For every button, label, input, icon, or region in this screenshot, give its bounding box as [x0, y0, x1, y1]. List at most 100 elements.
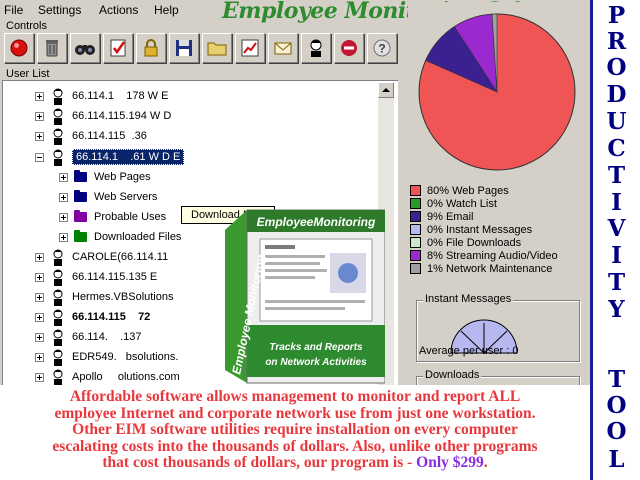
list-item[interactable]: Hermes.VBSolutions: [35, 287, 174, 307]
legend-label: 0% Watch List: [427, 197, 497, 210]
user-label: 66.114.1 .61 W D E: [72, 149, 185, 165]
banner-letter: Y: [608, 296, 625, 323]
expand-icon[interactable]: [35, 91, 44, 101]
list-item[interactable]: EDR549. bsolutions.: [35, 347, 178, 367]
save-button[interactable]: [169, 33, 199, 63]
expand-icon[interactable]: [59, 212, 68, 222]
legend-swatch: [410, 198, 421, 209]
legend-label: 80% Web Pages: [427, 184, 509, 197]
remove-icon: [341, 40, 357, 56]
menu-file[interactable]: File: [4, 3, 23, 17]
expand-icon[interactable]: [35, 312, 44, 322]
list-item-selected[interactable]: 66.114.1 .61 W D E: [35, 147, 185, 167]
instant-messages-caption: Average per user : 0: [419, 345, 519, 357]
tree-folder[interactable]: Web Pages: [59, 167, 151, 187]
tree-folder[interactable]: Web Servers: [59, 187, 157, 207]
expand-icon[interactable]: [35, 252, 44, 262]
productivity-tool-banner: P R O D U C T I V I T Y T O O L: [590, 0, 640, 480]
user-label: 66.114.115.194 W D: [72, 110, 172, 122]
help-button[interactable]: ?: [367, 33, 397, 63]
promo-text: Affordable software allows management to…: [0, 385, 590, 480]
controls-label: Controls: [6, 20, 47, 32]
expand-icon[interactable]: [35, 131, 44, 141]
user-icon: [310, 39, 322, 57]
chart-legend: 80% Web Pages 0% Watch List 9% Email 0% …: [410, 184, 586, 275]
legend-label: 1% Network Maintenance: [427, 262, 553, 275]
menu-settings[interactable]: Settings: [38, 3, 81, 17]
menu-actions[interactable]: Actions: [99, 3, 138, 17]
expand-icon[interactable]: [59, 192, 68, 202]
list-item[interactable]: 66.114.115.135 E: [35, 267, 157, 287]
legend-label: 8% Streaming Audio/Video: [427, 249, 558, 262]
user-icon: [53, 149, 63, 166]
mail-button[interactable]: [268, 33, 298, 63]
lock-button[interactable]: [136, 33, 166, 63]
collapse-icon[interactable]: [35, 152, 44, 162]
legend-label: 0% Instant Messages: [427, 223, 533, 236]
promo-end: .: [483, 454, 488, 471]
list-item[interactable]: 66.114.115 .36: [35, 126, 147, 146]
legend-swatch: [410, 250, 421, 261]
user-label: 66.114.115 .36: [72, 130, 147, 142]
expand-icon[interactable]: [35, 272, 44, 282]
banner-letter: O: [606, 418, 627, 445]
list-item[interactable]: 66.114. .137: [35, 327, 142, 347]
scroll-up-button[interactable]: [378, 82, 394, 98]
legend-item: 8% Streaming Audio/Video: [410, 249, 586, 262]
expand-icon[interactable]: [59, 232, 68, 242]
expand-icon[interactable]: [35, 111, 44, 121]
user-label: 66.114.115 72: [72, 311, 151, 323]
folder-label: Web Servers: [94, 191, 158, 203]
banner-letter: O: [606, 392, 627, 419]
list-item[interactable]: Apollo olutions.com: [35, 367, 180, 385]
legend-swatch: [410, 211, 421, 222]
tree-folder[interactable]: Downloaded Files: [59, 227, 181, 247]
user-icon: [53, 289, 63, 306]
report-button[interactable]: [235, 33, 265, 63]
watch-button[interactable]: [70, 33, 100, 63]
promo-line: Other EIM software utilities require ins…: [72, 421, 518, 438]
downloads-title: Downloads: [423, 369, 482, 381]
userlist-label: User List: [6, 68, 50, 80]
usage-pie-chart: [418, 13, 576, 171]
record-button[interactable]: [4, 33, 34, 63]
expand-icon[interactable]: [59, 172, 68, 182]
banner-letter: O: [606, 54, 627, 81]
user-icon: [53, 269, 63, 286]
user-icon: [53, 369, 63, 385]
expand-icon[interactable]: [35, 352, 44, 362]
banner-letter: C: [607, 135, 626, 162]
user-icon: [53, 349, 63, 366]
user-label: 66.114.1 178 W E: [72, 90, 169, 102]
tree-folder[interactable]: Probable Uses: [59, 207, 166, 227]
instant-messages-title: Instant Messages: [423, 293, 514, 305]
banner-letter: T: [607, 269, 626, 296]
promo-line: escalating costs into the thousands of d…: [52, 437, 538, 455]
app-window: File Settings Actions Help Employee Moni…: [0, 0, 590, 385]
list-item[interactable]: 66.114.115 72: [35, 307, 150, 327]
promo-price: Only $299: [416, 454, 484, 471]
list-item[interactable]: 66.114.115.194 W D: [35, 106, 171, 126]
legend-swatch: [410, 237, 421, 248]
expand-icon[interactable]: [35, 372, 44, 382]
legend-swatch: [410, 263, 421, 274]
list-item[interactable]: CAROLE(66.114.11: [35, 247, 168, 267]
folder-icon: [74, 210, 87, 222]
list-item[interactable]: 66.114.1 178 W E: [35, 86, 168, 106]
open-button[interactable]: [202, 33, 232, 63]
menu-bar: File Settings Actions Help: [0, 0, 210, 20]
folder-label: Web Pages: [94, 171, 151, 183]
banner-letter: I: [611, 242, 622, 269]
delete-button[interactable]: [37, 33, 67, 63]
checklist-icon: [110, 39, 126, 57]
menu-help[interactable]: Help: [154, 3, 179, 17]
folder-icon: [74, 230, 87, 242]
legend-item: 0% Instant Messages: [410, 223, 586, 236]
toolbar: ?: [2, 33, 398, 67]
user-button[interactable]: [301, 33, 331, 63]
box-tagline-1: Tracks and Reports: [269, 342, 363, 353]
checklist-button[interactable]: [103, 33, 133, 63]
remove-button[interactable]: [334, 33, 364, 63]
expand-icon[interactable]: [35, 292, 44, 302]
expand-icon[interactable]: [35, 332, 44, 342]
